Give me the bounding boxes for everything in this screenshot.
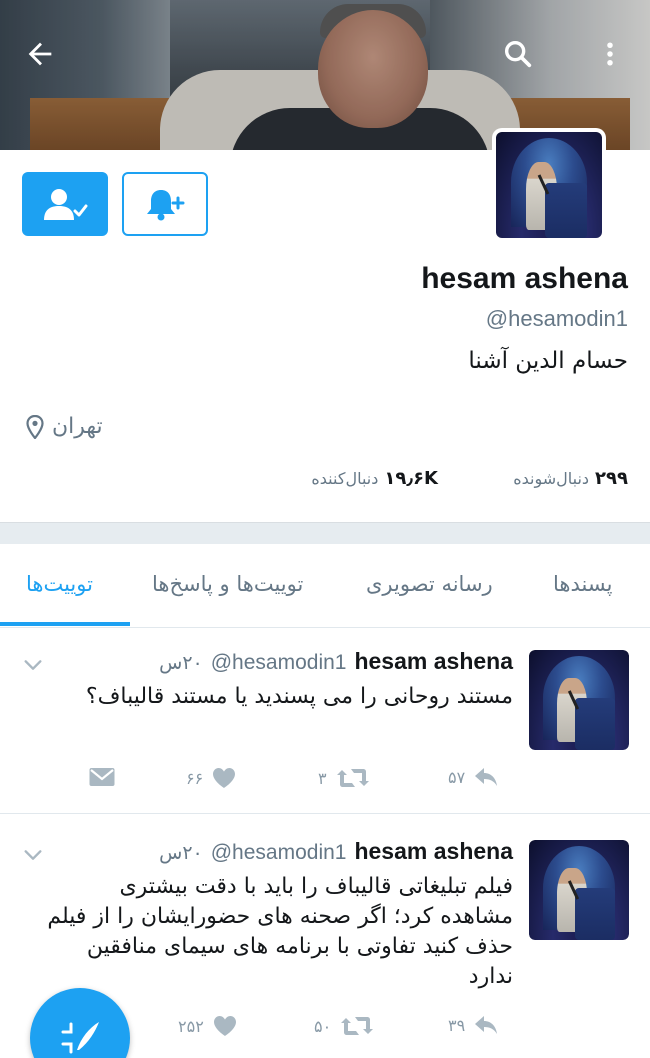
tweet-author-name: hesam ashena	[354, 648, 513, 674]
tweet-time: ۲۰س	[159, 652, 203, 674]
profile-tabs: توییت‌ها توییت‌ها و پاسخ‌ها رسانه تصویری…	[0, 544, 650, 628]
retweet-button[interactable]: ۳	[318, 766, 371, 790]
tweet-actions: ۵۷ ۳ ۶۶	[0, 766, 650, 796]
tweet-header: ۲۰س @hesamodin1 hesam ashena	[159, 838, 513, 865]
chevron-down-icon[interactable]	[22, 844, 44, 866]
profile-bio: حسام الدین آشنا	[468, 348, 628, 374]
reply-count: ۳۹	[448, 1015, 466, 1035]
chevron-down-icon[interactable]	[22, 654, 44, 676]
followers-count: ۱۹٫۶K	[384, 468, 438, 489]
tweet-handle: @hesamodin1	[210, 651, 347, 674]
tweet-author-name: hesam ashena	[354, 838, 513, 864]
reply-icon	[475, 768, 498, 786]
heart-icon	[213, 768, 236, 788]
like-count: ۲۵۲	[178, 1016, 204, 1036]
profile-stats: ۲۹۹ دنبال‌شونده ۱۹٫۶K دنبال‌کننده	[0, 468, 650, 498]
reply-count: ۵۷	[448, 767, 466, 787]
tab-likes[interactable]: پسندها	[553, 572, 612, 596]
profile-avatar[interactable]	[492, 128, 606, 242]
arrow-left-icon	[28, 42, 52, 66]
reply-button[interactable]: ۵۷	[448, 766, 499, 788]
location-pin-icon	[26, 414, 44, 439]
envelope-icon	[89, 768, 115, 786]
direct-message-button[interactable]	[88, 766, 116, 788]
profile-location: تهران	[26, 414, 103, 439]
profile-name: hesam ashena	[421, 262, 628, 295]
following-label: دنبال‌شونده	[513, 469, 590, 488]
bell-plus-icon	[147, 190, 185, 221]
reply-icon	[475, 1016, 498, 1034]
retweet-count: ۳	[318, 768, 327, 788]
compose-tweet-icon	[61, 1022, 99, 1054]
tweet-text: مستند روحانی را می پسندید یا مستند قالیب…	[85, 684, 513, 709]
profile-handle: @hesamodin1	[485, 306, 628, 331]
tweet-avatar[interactable]	[529, 840, 629, 940]
tab-media[interactable]: رسانه تصویری	[366, 572, 493, 596]
user-check-icon	[44, 189, 88, 220]
retweet-icon	[341, 1017, 374, 1035]
following-button[interactable]	[22, 172, 108, 236]
like-count: ۶۶	[186, 768, 204, 788]
back-button[interactable]	[16, 30, 64, 78]
retweet-icon	[336, 769, 369, 787]
following-count: ۲۹۹	[595, 468, 628, 489]
tweet-text: فیلم تبلیغاتی قالیباف را باید با دقت بیش…	[47, 874, 513, 989]
more-vertical-icon	[607, 42, 613, 66]
active-tab-indicator	[0, 622, 130, 626]
location-text: تهران	[52, 414, 103, 439]
followers-label: دنبال‌کننده	[311, 469, 379, 488]
tweet-handle: @hesamodin1	[210, 841, 347, 864]
like-button[interactable]: ۲۵۲	[178, 1014, 238, 1038]
notifications-button[interactable]	[122, 172, 208, 236]
retweet-button[interactable]: ۵۰	[314, 1014, 375, 1038]
tweet-avatar[interactable]	[529, 650, 629, 750]
tweet-time: ۲۰س	[159, 842, 203, 864]
search-button[interactable]	[494, 30, 542, 78]
followers-stat[interactable]: ۱۹٫۶K دنبال‌کننده	[311, 468, 438, 489]
tweet-header: ۲۰س @hesamodin1 hesam ashena	[159, 648, 513, 675]
section-divider	[0, 522, 650, 544]
reply-button[interactable]: ۳۹	[448, 1014, 499, 1036]
heart-icon	[213, 1016, 236, 1036]
tab-tweets[interactable]: توییت‌ها	[26, 572, 93, 596]
more-options-button[interactable]	[586, 30, 634, 78]
tab-tweets-replies[interactable]: توییت‌ها و پاسخ‌ها	[152, 572, 303, 596]
like-button[interactable]: ۶۶	[186, 766, 237, 790]
tweet-item[interactable]: ۲۰س @hesamodin1 hesam ashena مستند روحان…	[0, 628, 650, 814]
retweet-count: ۵۰	[314, 1016, 332, 1036]
following-stat[interactable]: ۲۹۹ دنبال‌شونده	[513, 468, 628, 489]
search-icon	[504, 40, 532, 68]
